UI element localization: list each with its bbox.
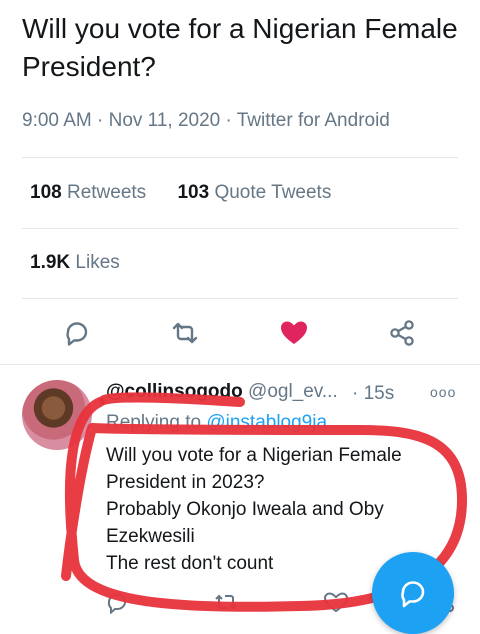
reply-icon [66,322,88,346]
divider [22,228,458,229]
retweet-icon [172,322,198,344]
reply-author-name[interactable]: @collinsogodo [106,381,243,402]
more-options-icon[interactable]: ooo [430,384,456,400]
compose-reply-button[interactable] [372,552,454,634]
reply-bubble-icon [401,581,425,608]
replying-prefix: Replying to [106,412,202,433]
reply-icon[interactable] [104,590,132,614]
replying-to-mention[interactable]: @instablog9ja [206,412,327,433]
reply-text-line: Probably Okonjo Iweala and Oby [106,499,384,520]
reply-timestamp: · 15s [352,383,395,404]
retweets-label: Retweets [66,182,147,203]
replying-to: Replying to @instablog9ja [106,412,327,434]
tweet-actions-bar [0,310,480,356]
quote-tweets-stat[interactable]: 103 Quote Tweets [177,182,331,203]
reply-text-line: President in 2023? [106,472,265,493]
retweets-stat[interactable]: 108 Retweets [30,182,146,203]
reply-author-handle[interactable]: @ogl_ev... [248,381,338,402]
likes-stat[interactable]: 1.9K Likes [30,252,120,274]
likes-label: Likes [75,252,120,273]
heart-icon [281,321,307,344]
retweet-button[interactable] [162,310,208,356]
likes-count: 1.9K [30,252,71,273]
retweet-icon[interactable] [212,590,240,614]
quote-tweets-count: 103 [177,182,210,203]
tweet-text: Will you vote for a Nigerian Female Pres… [22,13,458,82]
share-button[interactable] [379,310,425,356]
heart-icon[interactable] [322,590,350,614]
like-button[interactable] [271,310,317,356]
retweets-count: 108 [30,182,62,203]
reply-button[interactable] [54,310,100,356]
tweet-timestamp: 9:00 AM · Nov 11, 2020 · Twitter for And… [22,110,390,131]
divider [22,157,458,158]
quote-tweets-label: Quote Tweets [214,182,332,203]
share-icon [390,320,414,346]
stats-row: 108 Retweets 103 Quote Tweets [30,182,357,204]
reply-text-line: Ezekwesili [106,526,195,547]
section-divider [0,364,480,365]
reply-text-line: Will you vote for a Nigerian Female [106,445,402,466]
divider [22,298,458,299]
avatar[interactable] [22,380,92,450]
